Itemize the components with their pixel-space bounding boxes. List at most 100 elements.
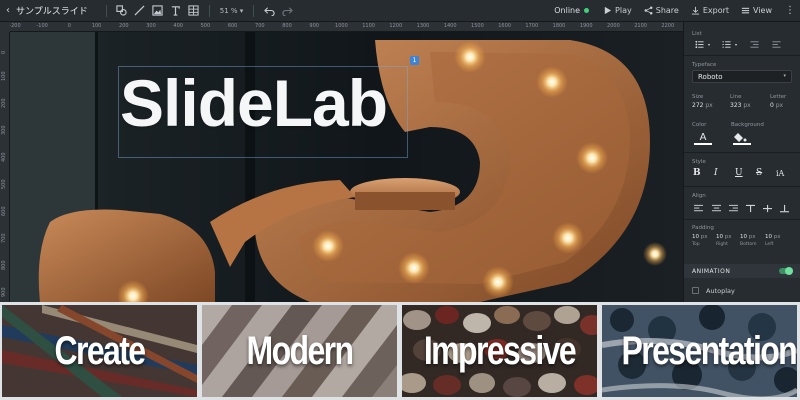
undo-icon[interactable] [260, 3, 278, 19]
tile-create: Create [2, 305, 197, 397]
align-top-icon[interactable] [744, 203, 756, 213]
document-title[interactable]: サンプルスライド [16, 4, 88, 17]
back-button[interactable]: ‹ [0, 5, 16, 16]
ruler-corner [0, 22, 10, 32]
ruler-tick-label: 1500 [471, 23, 484, 29]
align-right-icon[interactable] [727, 203, 739, 213]
indent-icon[interactable] [770, 39, 782, 49]
bullet-list-icon[interactable] [692, 39, 706, 49]
editor-screen: ‹ サンプルスライド 51 % ▾ Online Play Share Expo… [0, 0, 800, 400]
fill-bucket-icon[interactable] [731, 130, 753, 146]
typeface-select[interactable]: Roboto ▾ [692, 70, 792, 83]
vertical-ruler[interactable]: 0 100 200 300 400 500 600 700 800 900 [0, 32, 10, 302]
tile-word-impressive: Impressive [423, 329, 577, 373]
padding-left-label: Left [765, 242, 774, 247]
ruler-tick-label: 800 [1, 260, 7, 270]
text-icon[interactable] [167, 3, 185, 19]
panel-divider [684, 219, 800, 220]
tile-word-presentations: Presentations [621, 329, 798, 373]
chevron-down-icon: ▾ [783, 73, 786, 79]
align-center-icon[interactable] [710, 203, 722, 213]
share-button[interactable]: Share [644, 6, 679, 15]
ruler-tick-label: 1200 [389, 23, 403, 29]
padding-left-unit: px [773, 234, 781, 240]
play-button[interactable]: Play [603, 6, 632, 15]
table-icon[interactable] [185, 3, 203, 19]
ruler-tick-label: 400 [1, 152, 7, 162]
bold-button[interactable]: B [693, 168, 701, 178]
ruler-tick-label: 100 [91, 23, 102, 29]
line-field[interactable]: 323 px [730, 102, 751, 109]
play-icon [604, 6, 612, 15]
align-left-icon[interactable] [692, 203, 704, 213]
ruler-tick-label: 700 [1, 233, 7, 243]
tile-modern: Modern [202, 305, 397, 397]
ruler-tick-label: 600 [1, 206, 7, 216]
typeface-value: Roboto [698, 73, 723, 81]
chevron-down-icon[interactable]: ▾ [733, 39, 739, 49]
padding-top-field[interactable]: 10 px [692, 234, 708, 240]
slide-title[interactable]: SlideLab [120, 70, 388, 136]
tile-word-create: Create [54, 329, 146, 373]
ruler-tick-label: -100 [36, 23, 48, 29]
padding-top-value: 10 [692, 234, 699, 240]
padding-right-label: Right [716, 242, 728, 247]
ruler-tick-label: 1000 [335, 23, 348, 29]
share-icon [644, 6, 653, 15]
export-button[interactable]: Export [691, 6, 729, 15]
padding-bottom-field[interactable]: 10 px [740, 234, 756, 240]
animation-title: ANIMATION [692, 267, 731, 275]
shapes-icon[interactable] [113, 3, 131, 19]
redo-icon[interactable] [278, 3, 296, 19]
tile-word-modern: Modern [246, 329, 355, 373]
ruler-tick-label: 600 [227, 23, 238, 29]
ruler-tick-label: 2100 [634, 23, 647, 29]
padding-right-field[interactable]: 10 px [716, 234, 732, 240]
view-button[interactable]: View [741, 6, 772, 15]
numbered-list-icon[interactable] [719, 39, 733, 49]
slide-canvas[interactable]: SlideLab 1 [10, 32, 683, 302]
animation-toggle[interactable] [779, 267, 793, 275]
line-icon[interactable] [131, 3, 149, 19]
italic-button[interactable]: I [714, 168, 718, 178]
image-icon[interactable] [149, 3, 167, 19]
export-icon [691, 6, 699, 15]
letter-field[interactable]: 0 px [770, 102, 783, 109]
size-label: Size [692, 94, 704, 100]
underline-button[interactable]: U [735, 168, 743, 178]
animation-section-header[interactable]: ANIMATION [684, 264, 800, 278]
autoplay-checkbox[interactable] [692, 287, 699, 294]
padding-bottom-value: 10 [740, 234, 747, 240]
align-bottom-icon[interactable] [778, 203, 790, 213]
chevron-down-icon[interactable]: ▾ [706, 39, 712, 49]
ruler-tick-label: 1400 [443, 23, 457, 29]
padding-left-field[interactable]: 10 px [765, 234, 781, 240]
text-case-button[interactable]: iA [776, 169, 784, 178]
ruler-tick-label: 1300 [416, 23, 430, 29]
ruler-tick-label: 1100 [362, 23, 375, 29]
more-options-icon[interactable]: ⋮ [784, 5, 796, 16]
size-unit: px [705, 102, 713, 109]
ruler-tick-label: 200 [1, 98, 7, 108]
background-label: Background [731, 122, 764, 128]
line-unit: px [743, 102, 751, 109]
ruler-tick-label: 900 [1, 287, 7, 297]
ruler-tick-label: 0 [1, 50, 7, 54]
properties-panel: List ▾ ▾ Typeface Roboto ▾ Size 272 px L… [683, 22, 800, 302]
outdent-icon[interactable] [748, 39, 760, 49]
ruler-tick-label: 400 [173, 23, 183, 29]
svg-text:A: A [700, 132, 707, 143]
strikethrough-button[interactable]: S [756, 168, 762, 178]
size-field[interactable]: 272 px [692, 102, 713, 109]
panel-divider [684, 55, 800, 56]
text-color-icon[interactable]: A [692, 130, 714, 146]
panel-divider [684, 152, 800, 153]
zoom-select[interactable]: 51 % ▾ [216, 7, 248, 15]
autoplay-label: Autoplay [706, 287, 735, 295]
element-badge[interactable]: 1 [410, 56, 419, 65]
align-middle-icon[interactable] [761, 203, 773, 213]
online-indicator-icon [584, 8, 590, 13]
horizontal-ruler[interactable]: -200 -100 0 100 200 300 400 500 600 700 800 900 1000… [10, 22, 683, 32]
align-label: Align [692, 193, 706, 199]
toolbar-divider [208, 4, 210, 17]
